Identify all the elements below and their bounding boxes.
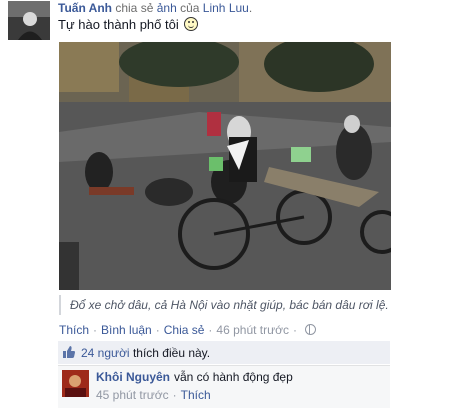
likes-summary: 24 người thích điều này. bbox=[58, 341, 390, 364]
post-photo[interactable] bbox=[59, 42, 391, 290]
post-status: Tự hào thành phố tôi bbox=[58, 17, 199, 32]
commenter-avatar[interactable] bbox=[62, 370, 89, 397]
street-scene-photo bbox=[59, 42, 391, 290]
avatar-photo bbox=[8, 1, 50, 40]
post-header: Tuấn Anh chia sẻ ảnh của Linh Luu. bbox=[58, 1, 253, 15]
thumbs-up-icon bbox=[63, 346, 75, 358]
comment-link[interactable]: Bình luận bbox=[101, 323, 152, 337]
status-text: Tự hào thành phố tôi bbox=[58, 17, 179, 32]
share-text: chia sẻ bbox=[115, 1, 154, 15]
likes-count-link[interactable]: 24 người bbox=[81, 346, 130, 360]
share-link[interactable]: Chia sẻ bbox=[164, 323, 205, 337]
post-actions: Thích · Bình luận · Chia sẻ · 46 phút trước · bbox=[59, 323, 317, 337]
commenter-name-link[interactable]: Khôi Nguyên bbox=[96, 370, 170, 384]
shared-photo-link[interactable]: ảnh bbox=[157, 1, 177, 15]
smile-icon bbox=[184, 17, 199, 31]
likes-text: 24 người thích điều này. bbox=[81, 346, 210, 360]
commenter-photo bbox=[62, 370, 89, 397]
comment-meta: 45 phút trước · Thích bbox=[96, 388, 211, 402]
comment-text: vẫn có hành động đẹp bbox=[174, 370, 293, 384]
of-text: của bbox=[180, 1, 200, 15]
author-name-link[interactable]: Tuấn Anh bbox=[58, 1, 112, 15]
photo-owner-link[interactable]: Linh Luu bbox=[203, 1, 249, 15]
comment-like-link[interactable]: Thích bbox=[181, 388, 211, 402]
globe-icon[interactable] bbox=[305, 324, 317, 335]
post-timestamp[interactable]: 46 phút trước bbox=[216, 323, 289, 337]
likes-rest-text: thích điều này. bbox=[132, 346, 211, 360]
author-avatar[interactable] bbox=[8, 1, 50, 40]
like-link[interactable]: Thích bbox=[59, 323, 89, 337]
comment-timestamp[interactable]: 45 phút trước bbox=[96, 388, 169, 402]
comment-item: Khôi Nguyên vẫn có hành động đẹp 45 phút … bbox=[58, 365, 390, 408]
comment-line: Khôi Nguyên vẫn có hành động đẹp bbox=[96, 370, 293, 384]
photo-caption: Đổ xe chở dâu, cả Hà Nội vào nhặt giúp, … bbox=[70, 298, 389, 312]
photo-caption-block: Đổ xe chở dâu, cả Hà Nội vào nhặt giúp, … bbox=[59, 295, 393, 315]
